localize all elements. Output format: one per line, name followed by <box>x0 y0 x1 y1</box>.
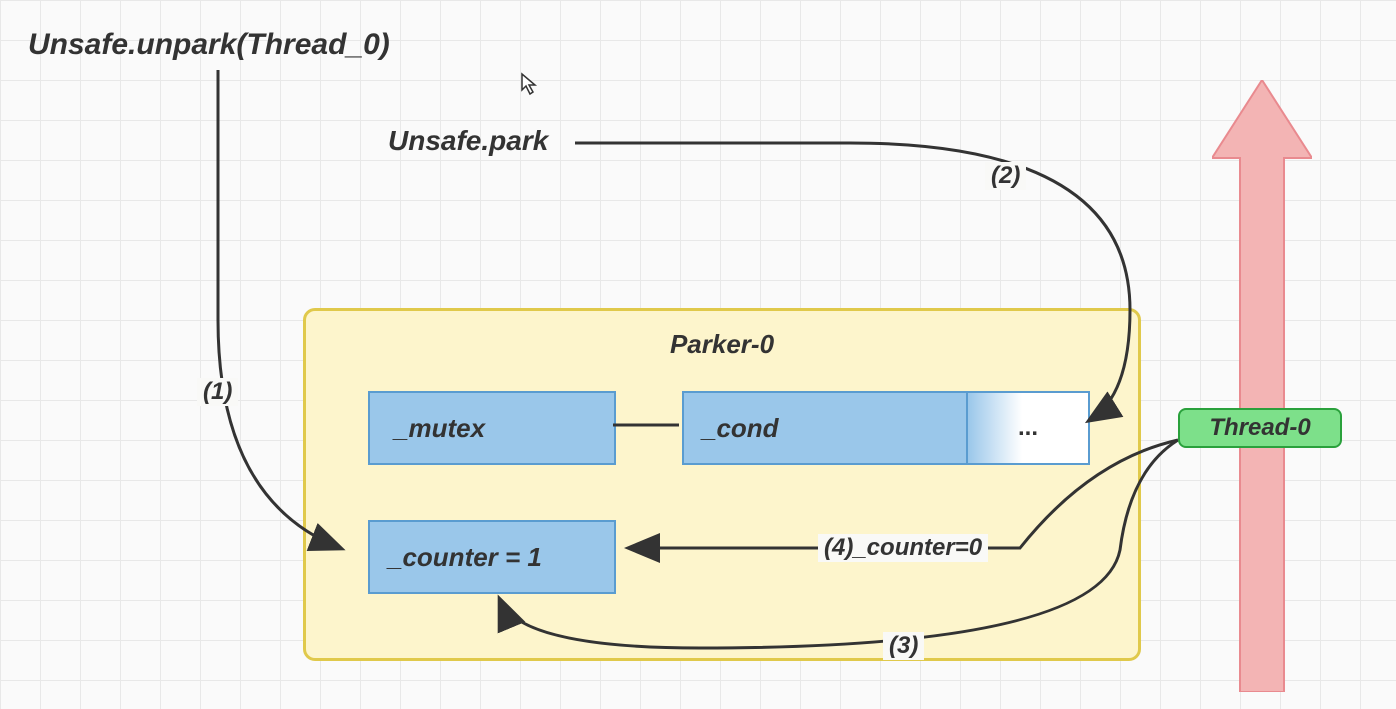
park-label: Unsafe.park <box>388 125 548 157</box>
counter-box: _counter = 1 <box>368 520 616 594</box>
counter-label: _counter = 1 <box>388 542 542 573</box>
parker-title: Parker-0 <box>306 329 1138 360</box>
cond-label: _cond <box>684 413 966 444</box>
thread-badge: Thread-0 <box>1178 408 1342 448</box>
cond-queue: ... <box>966 393 1088 463</box>
step-2-label: (2) <box>985 162 1026 190</box>
parker-box: Parker-0 _mutex _cond ... _counter = 1 <box>303 308 1141 661</box>
unpark-label: Unsafe.unpark(Thread_0) <box>28 28 390 62</box>
thread-resume-arrow <box>1212 80 1312 692</box>
step-4-label: (4)_counter=0 <box>818 534 988 562</box>
step-1-label: (1) <box>197 378 238 406</box>
mutex-label: _mutex <box>394 413 485 444</box>
thread-label: Thread-0 <box>1209 414 1310 442</box>
cond-box: _cond ... <box>682 391 1090 465</box>
step-3-label: (3) <box>883 632 924 660</box>
cursor-icon <box>520 72 540 96</box>
mutex-box: _mutex <box>368 391 616 465</box>
